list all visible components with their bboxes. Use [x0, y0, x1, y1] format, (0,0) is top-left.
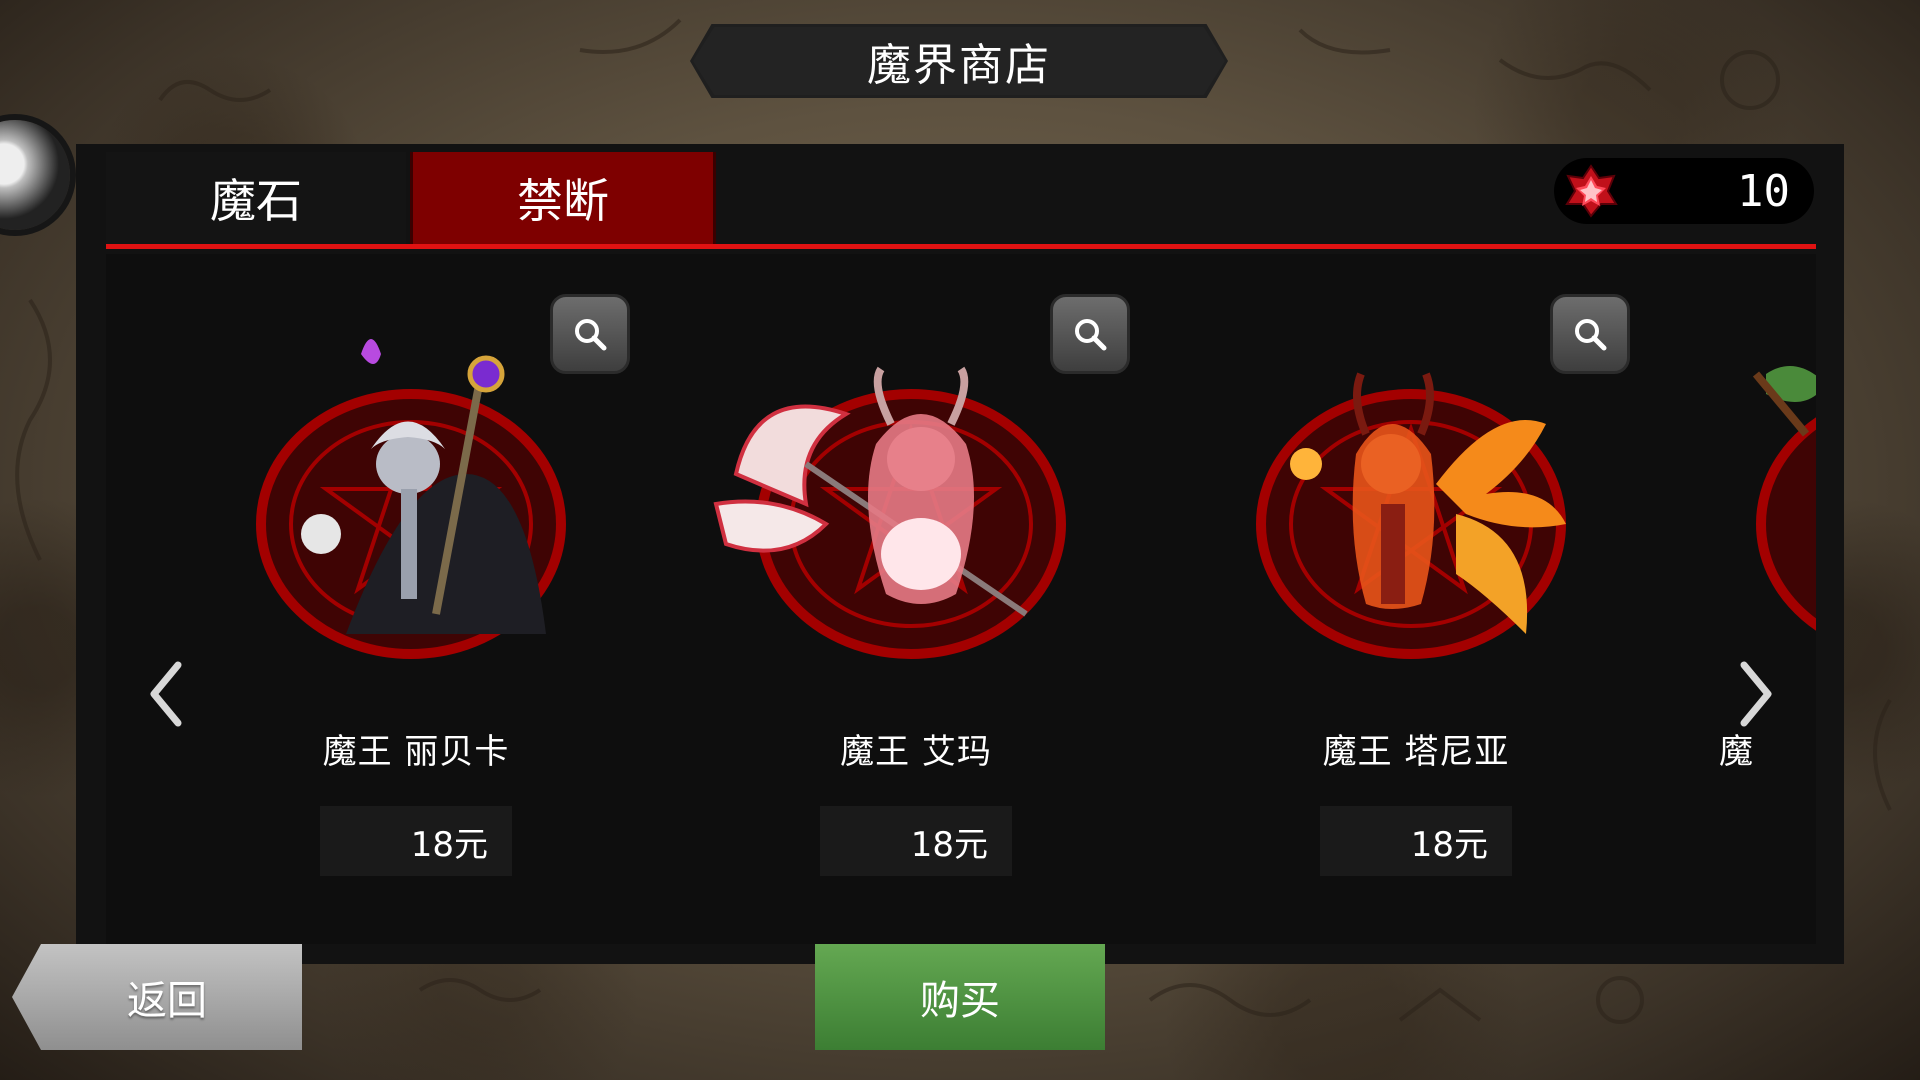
tab-underline	[106, 244, 1816, 249]
page-title: 魔界商店	[867, 40, 1051, 91]
magnifier-icon	[1575, 319, 1607, 351]
tab-forbidden[interactable]: 禁断	[410, 152, 716, 244]
back-button-label: 返回	[127, 978, 207, 1024]
back-button[interactable]: 返回	[12, 944, 302, 1050]
item-card[interactable]: 魔王 艾玛 18元	[676, 254, 1156, 944]
next-arrow-button[interactable]	[1726, 644, 1786, 744]
price-tag: 18元	[1320, 806, 1512, 876]
buy-button[interactable]: 购买	[815, 944, 1105, 1050]
zoom-button[interactable]	[1050, 294, 1130, 374]
item-name: 魔王 塔尼亚	[1322, 732, 1510, 772]
title-banner: 魔界商店	[690, 24, 1228, 98]
currency-display: 10	[1554, 158, 1814, 224]
item-card[interactable]: 魔	[1676, 254, 1816, 944]
red-gem-icon	[1564, 164, 1618, 222]
item-card[interactable]: 魔王 塔尼亚 18元	[1176, 254, 1656, 944]
buy-button-label: 购买	[920, 978, 1000, 1024]
magnifier-icon	[1075, 319, 1107, 351]
tab-magic-stone[interactable]: 魔石	[106, 152, 406, 244]
chevron-right-icon	[1740, 661, 1772, 727]
chevron-left-icon	[150, 661, 182, 727]
price-tag: 18元	[820, 806, 1012, 876]
item-name: 魔王 艾玛	[840, 732, 992, 772]
item-carousel: 魔王 丽贝卡 18元 魔王 艾玛 18元 魔王 塔尼亚 18元 魔	[106, 254, 1816, 944]
character-art-partial	[1752, 366, 1816, 631]
currency-value: 10	[1737, 165, 1790, 217]
tab-label: 魔石	[210, 174, 302, 228]
magnifier-icon	[575, 319, 607, 351]
zoom-button[interactable]	[550, 294, 630, 374]
game-screen: 魔界商店 魔石 禁断 10 魔王 丽贝卡 18元 魔王 艾玛 18元 魔王 塔尼…	[0, 0, 1920, 1080]
prev-arrow-button[interactable]	[136, 644, 196, 744]
item-name: 魔王 丽贝卡	[322, 732, 510, 772]
tab-label: 禁断	[517, 174, 609, 228]
item-card[interactable]: 魔王 丽贝卡 18元	[176, 254, 656, 944]
price-tag: 18元	[320, 806, 512, 876]
zoom-button[interactable]	[1550, 294, 1630, 374]
shop-panel: 魔石 禁断 10 魔王 丽贝卡 18元 魔王 艾玛 18元 魔王 塔尼亚 18元…	[76, 144, 1844, 964]
